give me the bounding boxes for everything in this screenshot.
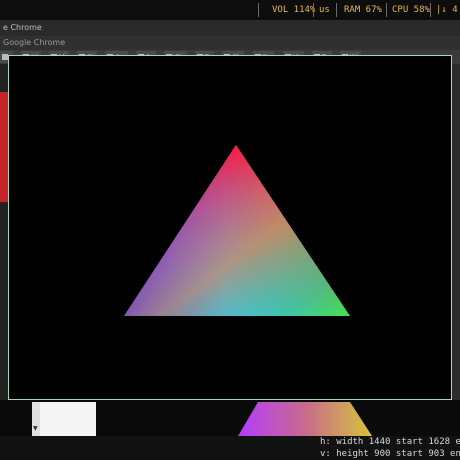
volume-indicator: VOL 114%	[272, 5, 316, 15]
vertical-mode-info: v: height 900 start 903 end 9	[320, 449, 460, 459]
cpu-indicator: CPU 58%	[392, 5, 430, 15]
background-window-red-panel	[0, 92, 8, 202]
render-window[interactable]	[8, 55, 452, 400]
workspace-indicator: |↓ 4	[436, 5, 458, 15]
status-separator	[386, 3, 387, 17]
horizontal-mode-info: h: width 1440 start 1628 end 1	[320, 437, 460, 447]
status-separator	[313, 3, 314, 17]
chrome-window-subtitle: Google Chrome	[0, 36, 460, 50]
ram-indicator: RAM 67%	[344, 5, 382, 15]
keyboard-layout-indicator: us	[319, 5, 330, 15]
render-canvas	[124, 145, 350, 316]
status-separator	[430, 3, 431, 17]
chevron-down-icon: ▼	[33, 425, 38, 432]
status-bar: VOL 114% us RAM 67% CPU 58% |↓ 4	[0, 0, 460, 20]
status-separator	[336, 3, 337, 17]
screen-info-bar: h: width 1440 start 1628 end 1 v: height…	[0, 436, 460, 460]
status-separator	[258, 3, 259, 17]
background-panel-white	[40, 402, 96, 436]
chrome-window-title: e Chrome	[0, 20, 460, 36]
background-window-edge	[452, 64, 460, 404]
